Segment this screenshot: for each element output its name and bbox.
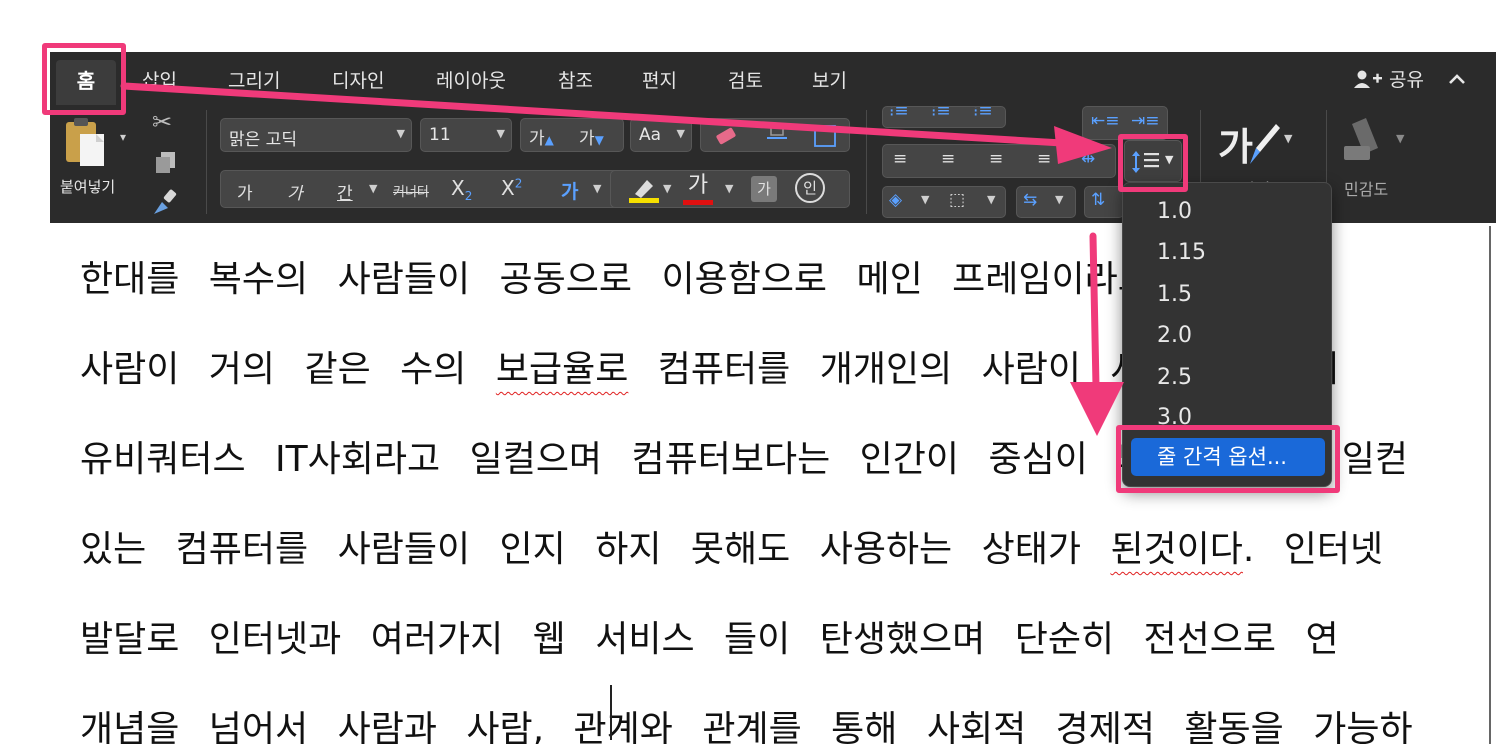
arrow-line [120,82,1066,147]
arrow-line [1089,232,1100,390]
arrow-head [1070,382,1124,436]
arrow-head [1054,126,1112,164]
annotation-arrows [120,82,1124,436]
